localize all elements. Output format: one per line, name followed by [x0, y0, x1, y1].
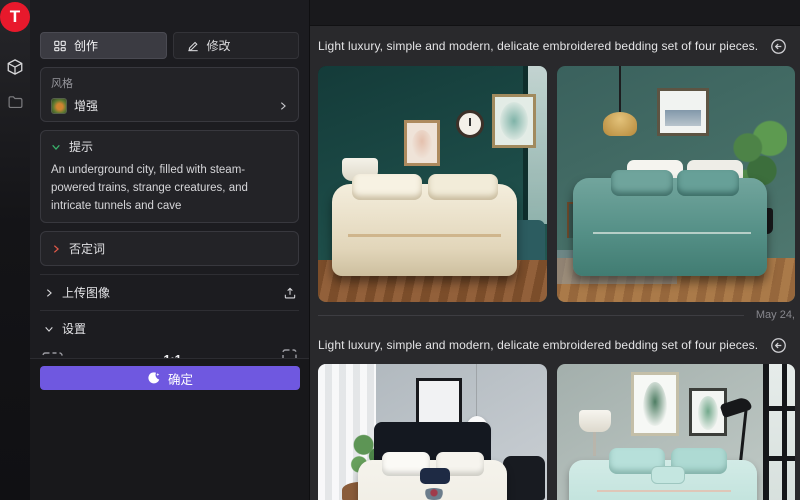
generated-image-2[interactable] — [557, 66, 795, 302]
divider — [318, 315, 744, 316]
confirm-button-label: 确定 — [168, 369, 193, 388]
style-thumbnail — [51, 98, 67, 114]
moon-icon — [147, 371, 161, 385]
left-rail: T — [0, 0, 30, 500]
generation-prompt-row: Light luxury, simple and modern, delicat… — [318, 26, 795, 66]
generated-image-4[interactable] — [557, 364, 795, 500]
chair — [503, 456, 545, 500]
embroidery-motif — [422, 488, 446, 500]
settings-label: 设置 — [62, 320, 86, 337]
generation-prompt-row-2: Light luxury, simple and modern, delicat… — [318, 326, 795, 364]
pendant-cord — [619, 66, 621, 114]
tab-create-label: 创作 — [74, 37, 98, 54]
negative-label: 否定词 — [69, 240, 105, 257]
tab-edit-label: 修改 — [207, 37, 231, 54]
pendant-lamp — [603, 112, 637, 136]
table-lamp — [579, 410, 611, 432]
framed-art — [416, 378, 462, 428]
cube-icon[interactable] — [6, 58, 24, 76]
date-row: May 24, — [318, 304, 795, 326]
reuse-prompt-icon-2[interactable] — [770, 337, 787, 354]
style-label: 风格 — [51, 75, 288, 91]
panel-footer: 确定 — [30, 358, 309, 500]
grid-icon — [53, 39, 67, 53]
pillows — [352, 174, 422, 200]
upload-row[interactable]: 上传图像 — [40, 274, 299, 310]
prompt-label: 提示 — [69, 138, 93, 155]
chevron-down-icon — [44, 324, 54, 334]
confirm-button[interactable]: 确定 — [40, 366, 300, 390]
generated-image-3[interactable] — [318, 364, 547, 500]
image-grid-1 — [318, 66, 795, 302]
chevron-down-icon-green — [51, 142, 61, 152]
navy-pillow — [420, 468, 450, 484]
generation-prompt: Light luxury, simple and modern, delicat… — [318, 39, 758, 53]
generated-image-1[interactable] — [318, 66, 547, 302]
chevron-right-icon — [44, 288, 54, 298]
date-label: May 24, — [756, 309, 795, 321]
teal-pillows — [611, 170, 673, 196]
upload-icon[interactable] — [283, 286, 297, 300]
app-logo[interactable]: T — [0, 2, 30, 32]
upload-label: 上传图像 — [62, 284, 110, 301]
edit-icon — [186, 39, 200, 53]
pendant-cord — [476, 364, 477, 418]
generation-prompt-2: Light luxury, simple and modern, delicat… — [318, 338, 758, 352]
control-panel: 创作 修改 风格 增强 提示 A — [30, 0, 310, 500]
mode-tabs: 创作 修改 — [40, 32, 299, 59]
chevron-right-icon-red — [51, 244, 61, 254]
small-pillow — [651, 466, 685, 484]
tab-create[interactable]: 创作 — [40, 32, 167, 59]
style-card[interactable]: 风格 增强 — [40, 67, 299, 122]
prompt-card[interactable]: 提示 An underground city, filled with stea… — [40, 130, 299, 223]
style-value: 增强 — [74, 97, 98, 114]
settings-header[interactable]: 设置 — [40, 310, 299, 339]
top-strip — [310, 0, 800, 26]
chevron-right-icon — [278, 101, 288, 111]
results-feed: Light luxury, simple and modern, delicat… — [310, 0, 800, 500]
tab-edit[interactable]: 修改 — [173, 32, 300, 59]
image-grid-2 — [318, 364, 795, 500]
reuse-prompt-icon[interactable] — [770, 38, 787, 55]
negative-card[interactable]: 否定词 — [40, 231, 299, 266]
folder-icon[interactable] — [7, 94, 24, 111]
window — [763, 364, 795, 500]
prompt-input[interactable]: An underground city, filled with steam-p… — [51, 162, 288, 215]
